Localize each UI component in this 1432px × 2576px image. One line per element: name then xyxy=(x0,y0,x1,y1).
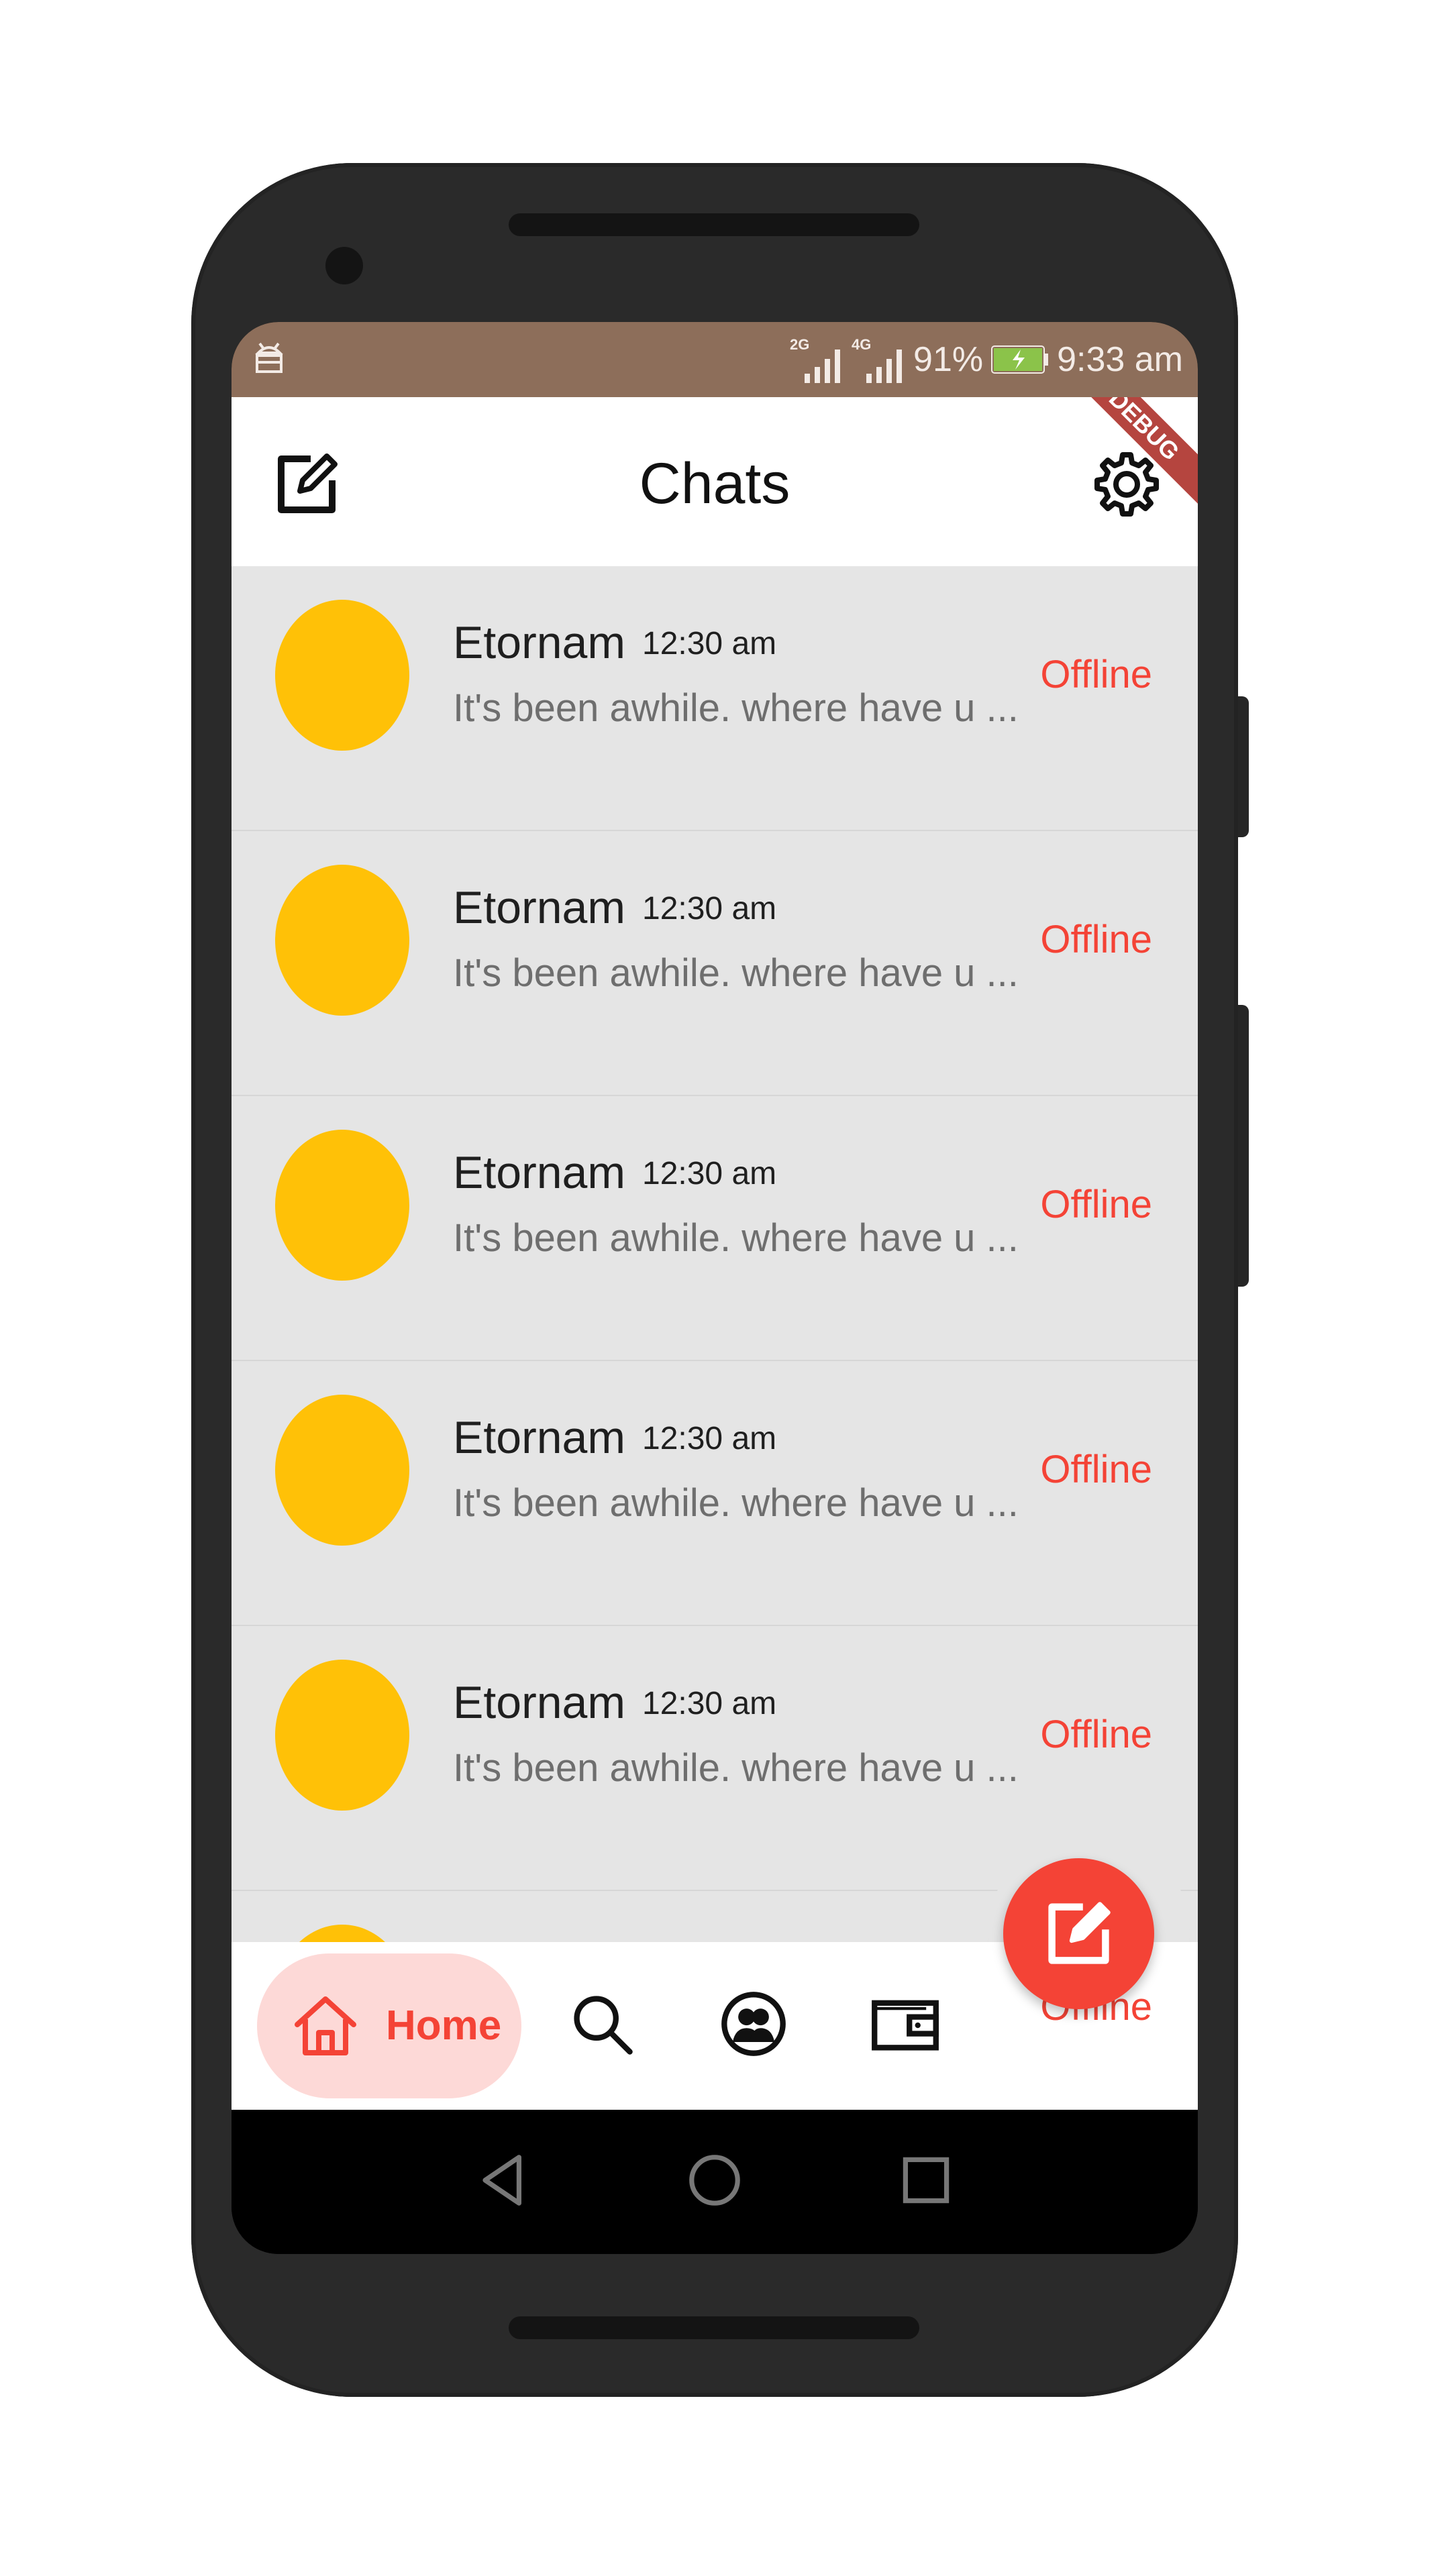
contacts-icon[interactable] xyxy=(719,1989,788,2059)
chat-name: Etornam xyxy=(453,1677,625,1728)
chat-preview: It's been awhile. where have u ... xyxy=(453,1481,1019,1525)
back-icon[interactable] xyxy=(473,2150,533,2210)
chat-preview: It's been awhile. where have u ... xyxy=(453,686,1019,730)
chat-list-item[interactable]: Etornam 12:30 am It's been awhile. where… xyxy=(232,1361,1198,1626)
page-title: Chats xyxy=(639,451,790,516)
chat-time: 12:30 am xyxy=(642,1421,777,1456)
gear-icon[interactable] xyxy=(1093,451,1160,518)
recents-icon[interactable] xyxy=(896,2150,956,2210)
battery-percent: 91% xyxy=(913,340,984,379)
search-icon[interactable] xyxy=(567,1989,637,2059)
phone-screen: 2G 4G 91% 9:33 am Chats DEBUG Etornam 12… xyxy=(232,322,1198,2254)
chat-list-item[interactable]: Etornam 12:30 am It's been awhile. where… xyxy=(232,1096,1198,1361)
volume-button xyxy=(1238,696,1249,837)
chat-name: Etornam xyxy=(453,1147,625,1198)
home-circle-icon[interactable] xyxy=(684,2150,745,2210)
status-badge: Offline xyxy=(1040,918,1152,961)
avatar xyxy=(275,1660,409,1811)
home-icon xyxy=(295,1996,356,2055)
compose-fab[interactable] xyxy=(1003,1858,1154,2009)
bottom-speaker xyxy=(509,2316,919,2339)
signal-2g-icon: 2G xyxy=(790,336,843,383)
status-badge: Offline xyxy=(1040,1713,1152,1756)
chat-time: 12:30 am xyxy=(642,626,777,661)
system-nav-bar xyxy=(232,2110,1198,2254)
status-badge: Offline xyxy=(1040,653,1152,696)
android-debug-icon xyxy=(255,342,283,373)
avatar xyxy=(275,1130,409,1281)
top-speaker xyxy=(509,213,919,236)
compose-icon xyxy=(1048,1902,1111,1964)
status-time: 9:33 am xyxy=(1057,340,1183,379)
chat-preview: It's been awhile. where have u ... xyxy=(453,1216,1019,1260)
status-badge: Offline xyxy=(1040,1183,1152,1226)
chat-time: 12:30 am xyxy=(642,1686,777,1721)
nav-home-label: Home xyxy=(386,2002,502,2049)
chat-name: Etornam xyxy=(453,882,625,933)
avatar xyxy=(275,865,409,1016)
front-camera xyxy=(325,247,363,284)
chat-name: Etornam xyxy=(453,617,625,668)
chat-preview: It's been awhile. where have u ... xyxy=(453,951,1019,995)
status-bar: 2G 4G 91% 9:33 am xyxy=(232,322,1198,397)
nav-item-home[interactable]: Home xyxy=(257,1953,521,2098)
chat-preview: It's been awhile. where have u ... xyxy=(453,1746,1019,1790)
battery-charging-icon xyxy=(991,345,1049,374)
chat-list: Etornam 12:30 am It's been awhile. where… xyxy=(232,566,1198,2010)
chat-list-item[interactable]: Etornam 12:30 am It's been awhile. where… xyxy=(232,566,1198,831)
chat-time: 12:30 am xyxy=(642,891,777,926)
avatar xyxy=(275,600,409,751)
status-badge: Offline xyxy=(1040,1448,1152,1491)
chat-list-item[interactable]: Etornam 12:30 am It's been awhile. where… xyxy=(232,831,1198,1096)
app-bar: Chats DEBUG xyxy=(232,397,1198,566)
signal-4g-icon: 4G xyxy=(852,336,905,383)
wallet-icon[interactable] xyxy=(870,1989,940,2059)
chat-name: Etornam xyxy=(453,1412,625,1463)
avatar xyxy=(275,1395,409,1546)
power-button xyxy=(1238,1005,1249,1287)
chat-time: 12:30 am xyxy=(642,1156,777,1191)
